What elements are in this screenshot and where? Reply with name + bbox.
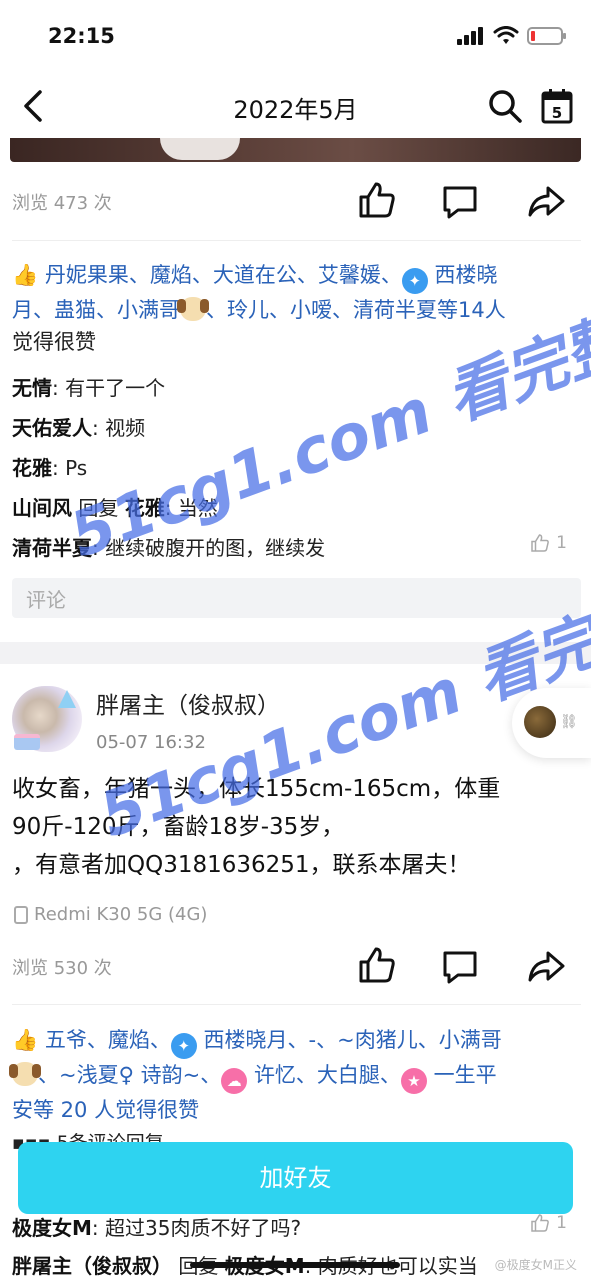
dog-emoji-icon bbox=[177, 297, 209, 321]
like-names[interactable]: 一生平 bbox=[434, 1063, 497, 1087]
commenter-name[interactable]: 胖屠主（俊叔叔） bbox=[12, 1254, 172, 1278]
like-names[interactable]: 西楼晓 bbox=[435, 263, 498, 287]
comment-item[interactable]: 天佑爱人: 视频 bbox=[12, 412, 145, 441]
author-name[interactable]: 胖屠主（俊叔叔） bbox=[96, 686, 280, 720]
device-label: Redmi K30 5G (4G) bbox=[14, 904, 207, 925]
post-image-bottom[interactable] bbox=[10, 138, 581, 162]
like-names[interactable]: 许忆、大白腿、 bbox=[254, 1063, 401, 1087]
comment-like-count: 1 bbox=[556, 1213, 567, 1233]
like-list: 👍 五爷、魔焰、 ✦ 西楼晓月、-、~肉猪儿、小满哥 、~浅夏♀ 诗韵~、 ☁ 许忆… bbox=[9, 1024, 583, 1126]
signal-icon bbox=[457, 27, 483, 45]
commenter-name[interactable]: 天佑爱人 bbox=[12, 416, 92, 440]
commenter-name[interactable]: 无情 bbox=[12, 376, 52, 400]
comment-like-button[interactable]: 1 bbox=[530, 533, 567, 553]
comment-item[interactable]: 清荷半夏: 继续破腹开的图，继续发 bbox=[12, 532, 325, 561]
commenter-name[interactable]: 山间风 bbox=[12, 496, 72, 520]
rocket-badge-icon: ✦ bbox=[401, 268, 428, 294]
avatar[interactable] bbox=[12, 686, 82, 752]
search-icon[interactable] bbox=[487, 88, 523, 124]
rocket-badge-icon: ✦ bbox=[170, 1033, 197, 1059]
cloud-badge-icon: ☁ bbox=[221, 1068, 248, 1094]
like-list: 👍 丹妮果果、魔焰、大道在公、艾馨媛、 ✦ 西楼晓 月、蛊猫、小满哥 、玲儿、小嗳、… bbox=[12, 259, 583, 358]
comment-item[interactable]: 花雅: Ps bbox=[12, 452, 87, 481]
reply-target-name[interactable]: 花雅 bbox=[125, 496, 165, 520]
comment-text: : Ps bbox=[52, 456, 88, 480]
thumbs-up-icon: 👍 bbox=[12, 263, 39, 287]
comment-icon[interactable] bbox=[440, 947, 480, 987]
divider bbox=[12, 1004, 581, 1005]
corner-watermark: @极度女M正义 bbox=[494, 1258, 577, 1272]
comment-text: : 继续破腹开的图，继续发 bbox=[92, 536, 326, 560]
like-names[interactable]: 西楼晓月、-、~肉猪儿、小满哥 bbox=[204, 1028, 502, 1052]
home-indicator[interactable] bbox=[190, 1262, 400, 1268]
commenter-name[interactable]: 清荷半夏 bbox=[12, 536, 92, 560]
commenter-name[interactable]: 极度女M bbox=[12, 1216, 92, 1240]
floating-avatar bbox=[524, 706, 556, 738]
post-separator bbox=[0, 642, 591, 664]
post-text-line: 收女畜，年猪一头，体长155cm-165cm，体重 bbox=[12, 776, 501, 802]
divider bbox=[12, 240, 581, 241]
comment-icon[interactable] bbox=[440, 182, 480, 222]
like-names[interactable]: 、~浅夏♀ 诗韵~、 bbox=[38, 1063, 221, 1087]
link-icon: ⛓ bbox=[560, 714, 578, 730]
comment-text: : 视频 bbox=[92, 416, 146, 440]
reply-word: 回复 bbox=[72, 496, 125, 520]
comment-text: : 有干了一个 bbox=[52, 376, 166, 400]
calendar-icon[interactable]: 5 bbox=[541, 88, 573, 124]
wifi-icon bbox=[493, 26, 519, 44]
share-icon[interactable] bbox=[526, 182, 566, 222]
like-outline-icon bbox=[531, 534, 550, 552]
floating-user-widget[interactable]: ⛓ bbox=[512, 688, 591, 758]
dog-emoji-icon bbox=[9, 1062, 41, 1086]
status-bar: 22:15 bbox=[0, 0, 591, 74]
like-names[interactable]: 五爷、魔焰、 bbox=[45, 1028, 171, 1052]
like-icon[interactable] bbox=[357, 180, 397, 220]
comment-like-count: 1 bbox=[556, 533, 567, 553]
view-count: 浏览 530 次 bbox=[12, 958, 112, 979]
comment-item[interactable]: 无情: 有干了一个 bbox=[12, 372, 165, 401]
status-time: 22:15 bbox=[48, 24, 115, 48]
comment-input[interactable]: 评论 bbox=[12, 578, 581, 618]
comment-text: : 当然 bbox=[164, 496, 218, 520]
status-icons bbox=[457, 26, 566, 46]
like-suffix: 觉得很赞 bbox=[12, 330, 96, 354]
star-badge-icon: ★ bbox=[400, 1068, 427, 1094]
like-icon[interactable] bbox=[357, 945, 397, 985]
thumbs-up-icon: 👍 bbox=[12, 1028, 39, 1052]
like-names[interactable]: 、玲儿、小嗳、清荷半夏等14人 bbox=[206, 298, 506, 322]
like-outline-icon bbox=[531, 1214, 550, 1232]
comment-text: : 超过35肉质不好了吗? bbox=[91, 1216, 302, 1240]
view-count: 浏览 473 次 bbox=[12, 193, 112, 214]
nav-bar: 2022年5月 5 bbox=[0, 74, 591, 138]
post-text-line: ，有意者加QQ3181636251，联系本屠夫！ bbox=[12, 852, 471, 878]
phone-icon bbox=[14, 905, 28, 924]
like-names[interactable]: 丹妮果果、魔焰、大道在公、艾馨媛、 bbox=[45, 263, 402, 287]
comment-item[interactable]: 极度女M: 超过35肉质不好了吗? bbox=[12, 1212, 301, 1241]
share-icon[interactable] bbox=[526, 947, 566, 987]
like-suffix: 安等 20 人觉得很赞 bbox=[12, 1098, 200, 1122]
post-body: 收女畜，年猪一头，体长155cm-165cm，体重 90斤-120斤，畜龄18岁… bbox=[12, 770, 583, 884]
comment-like-button[interactable]: 1 bbox=[530, 1213, 567, 1233]
post-text-line: 90斤-120斤，畜龄18岁-35岁， bbox=[12, 814, 345, 840]
device-name: Redmi K30 5G (4G) bbox=[34, 904, 208, 925]
svg-text:5: 5 bbox=[552, 104, 562, 122]
comment-item[interactable]: 山间风 回复 花雅: 当然 bbox=[12, 492, 218, 521]
battery-icon bbox=[527, 27, 566, 45]
like-names[interactable]: 月、蛊猫、小满哥 bbox=[12, 298, 180, 322]
post-time: 05-07 16:32 bbox=[96, 732, 206, 753]
add-friend-button[interactable]: 加好友 bbox=[18, 1142, 573, 1214]
commenter-name[interactable]: 花雅 bbox=[12, 456, 52, 480]
